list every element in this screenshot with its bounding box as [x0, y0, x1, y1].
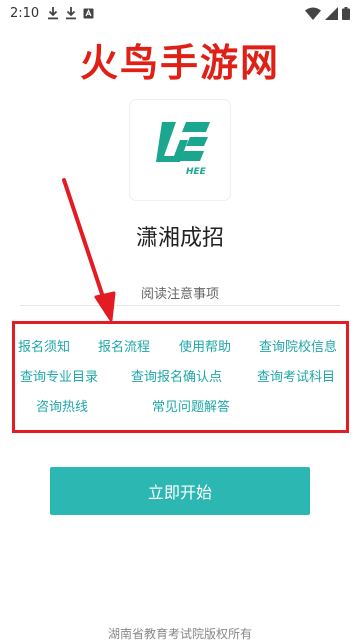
link-registration-process[interactable]: 报名流程 — [98, 336, 150, 355]
notice-title: 阅读注意事项 — [140, 287, 219, 302]
link-query-exam-subjects[interactable]: 查询考试科目 — [257, 366, 335, 385]
app-name: 潇湘成招 — [135, 226, 224, 251]
status-right — [305, 6, 350, 20]
status-left: 2:10 — [10, 6, 94, 21]
status-notification-icons — [47, 6, 94, 20]
app-notification-icon — [83, 8, 94, 18]
app-logo-icon: HEE — [156, 122, 210, 177]
link-usage-help[interactable]: 使用帮助 — [179, 336, 231, 355]
notice-divider — [20, 305, 340, 306]
link-faq[interactable]: 常见问题解答 — [152, 396, 230, 415]
watermark-logo-text: 火鸟手游网 — [79, 40, 280, 85]
download-icon — [48, 7, 59, 20]
start-button[interactable]: 立即开始 — [50, 467, 310, 515]
download-icon — [66, 7, 77, 20]
battery-icon — [342, 6, 350, 20]
app-logo: HEE — [130, 100, 230, 200]
link-query-college-info[interactable]: 查询院校信息 — [259, 336, 337, 355]
link-registration-notice[interactable]: 报名须知 — [18, 336, 70, 355]
link-query-confirmation-point[interactable]: 查询报名确认点 — [131, 366, 222, 385]
app-logo-text: HEE — [186, 167, 207, 177]
status-time: 2:10 — [10, 5, 40, 21]
link-hotline[interactable]: 咨询热线 — [36, 396, 88, 415]
arrow-annotation — [62, 178, 116, 322]
wifi-icon — [305, 7, 321, 20]
notice-links-highlight-box: 报名须知 报名流程 使用帮助 查询院校信息 查询专业目录 查询报名确认点 查询考… — [12, 321, 349, 433]
link-query-major-catalog[interactable]: 查询专业目录 — [20, 366, 98, 385]
footer-copyright: 湖南省教育考试院版权所有 — [107, 627, 252, 641]
status-bar: 2:10 — [0, 0, 360, 26]
signal-icon — [325, 6, 338, 20]
